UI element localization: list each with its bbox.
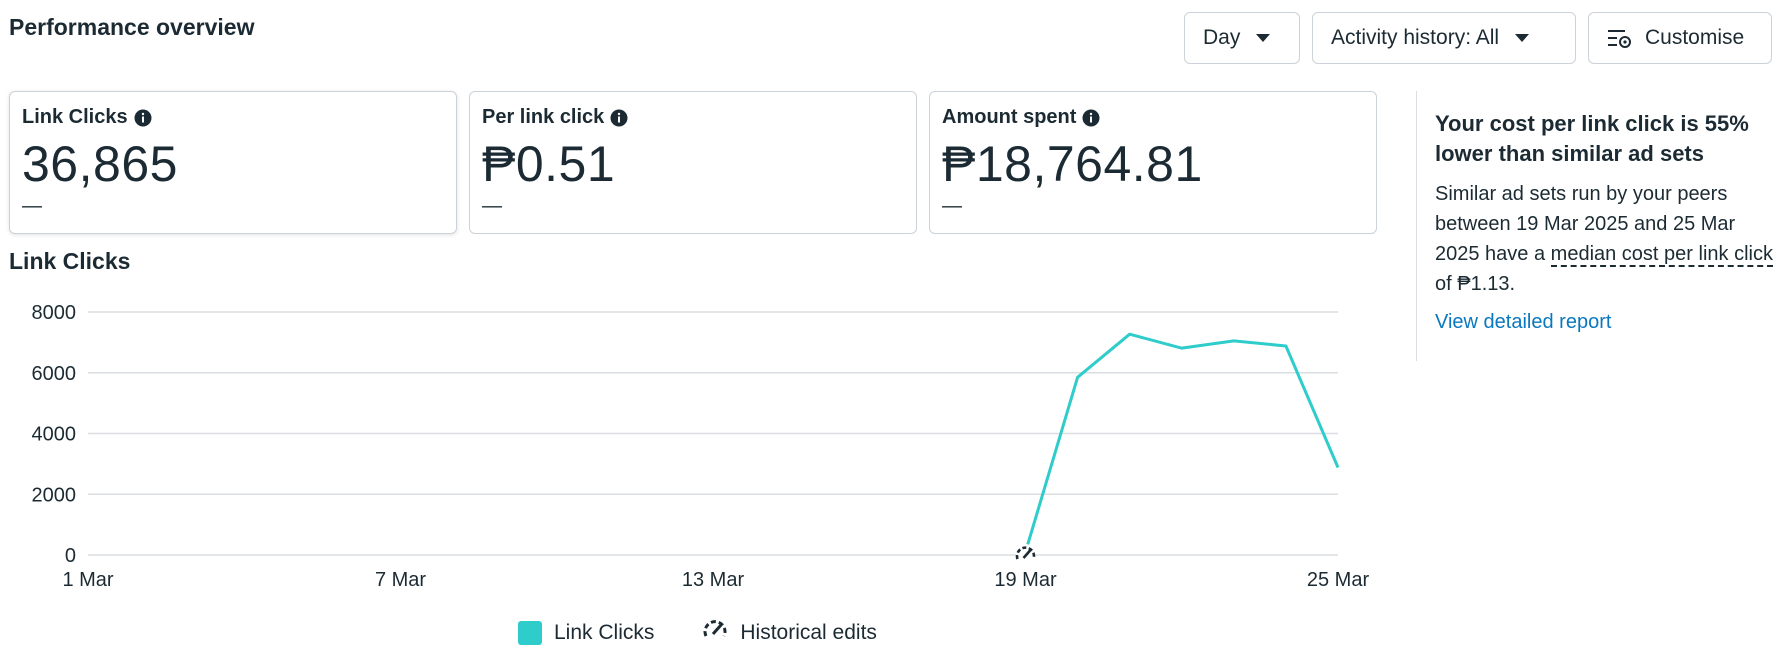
- metric-label: Per link click: [482, 106, 605, 128]
- historical-edit-icon: [702, 617, 728, 649]
- legend-item-historical-edits[interactable]: Historical edits: [702, 617, 877, 649]
- link-clicks-line-chart: 0 2000 4000 6000 8000 1 Mar 7 Mar 13 Mar 19 Mar 2…: [32, 302, 1370, 591]
- info-icon[interactable]: [1082, 109, 1100, 127]
- legend-item-link-clicks[interactable]: Link Clicks: [518, 621, 654, 645]
- y-tick-label: 0: [65, 545, 76, 567]
- customise-label: Customise: [1645, 26, 1745, 49]
- metric-card-amount-spent[interactable]: Amount spent ₱18,764.81 —: [929, 91, 1377, 234]
- metric-delta: —: [22, 195, 42, 217]
- view-detailed-report-link[interactable]: View detailed report: [1435, 311, 1611, 334]
- legend-label: Link Clicks: [554, 621, 655, 644]
- insight-body-suffix: of ₱1.13.: [1435, 273, 1516, 295]
- y-tick-label: 6000: [32, 363, 77, 385]
- caret-down-icon: [1515, 34, 1530, 42]
- metric-label: Link Clicks: [22, 106, 128, 128]
- x-tick-label: 13 Mar: [682, 569, 745, 591]
- metric-value: ₱18,764.81: [942, 136, 1203, 192]
- cost-insight-panel: Your cost per link click is 55% lower th…: [1416, 91, 1776, 361]
- page-title: Performance overview: [9, 14, 255, 40]
- info-icon[interactable]: [610, 109, 628, 127]
- y-tick-label: 8000: [32, 302, 77, 324]
- metric-value: ₱0.51: [482, 136, 616, 192]
- activity-history-label: Activity history: All: [1331, 26, 1500, 49]
- x-tick-label: 7 Mar: [375, 569, 426, 591]
- series-line-link-clicks: [1024, 332, 1340, 553]
- legend-swatch: [518, 621, 542, 645]
- customise-button[interactable]: Customise: [1588, 12, 1772, 64]
- historical-edit-marker[interactable]: [1015, 544, 1036, 564]
- toolbar: Day Activity history: All Customise: [1184, 12, 1772, 64]
- median-cost-term[interactable]: median cost per link click: [1550, 243, 1773, 267]
- legend-label: Historical edits: [740, 621, 877, 644]
- x-tick-label: 25 Mar: [1307, 569, 1370, 591]
- activity-history-dropdown[interactable]: Activity history: All: [1312, 12, 1576, 64]
- info-icon[interactable]: [134, 109, 152, 127]
- day-dropdown-label: Day: [1203, 26, 1241, 49]
- x-tick-label: 19 Mar: [994, 569, 1057, 591]
- x-tick-label: 1 Mar: [62, 569, 113, 591]
- metric-card-per-link-click[interactable]: Per link click ₱0.51 —: [469, 91, 917, 234]
- metric-value: 36,865: [22, 136, 178, 192]
- y-tick-label: 2000: [32, 484, 77, 506]
- metric-cards: Link Clicks 36,865 — Per link click ₱0.5…: [9, 91, 1377, 234]
- customise-settings-icon: [1607, 27, 1633, 49]
- insight-title: Your cost per link click is 55% lower th…: [1435, 111, 1749, 166]
- metric-delta: —: [942, 195, 962, 217]
- metric-label: Amount spent: [942, 106, 1077, 128]
- metric-delta: —: [482, 195, 502, 217]
- metric-card-link-clicks[interactable]: Link Clicks 36,865 —: [9, 91, 457, 234]
- chart-title: Link Clicks: [9, 248, 131, 274]
- insight-body: Similar ad sets run by your peers betwee…: [1435, 179, 1776, 299]
- chart-legend: Link Clicks Historical edits: [518, 617, 877, 649]
- day-dropdown[interactable]: Day: [1184, 12, 1300, 64]
- y-tick-label: 4000: [32, 424, 77, 446]
- caret-down-icon: [1256, 34, 1271, 42]
